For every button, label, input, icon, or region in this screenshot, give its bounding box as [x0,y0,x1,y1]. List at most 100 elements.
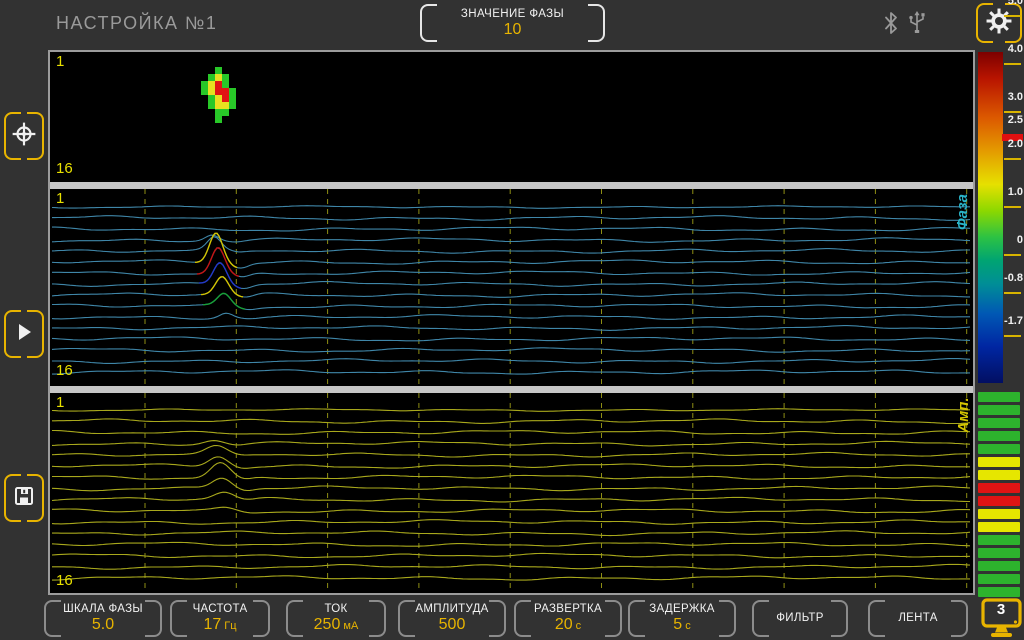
colorbar-tick [1004,254,1021,256]
signal-trace [52,313,970,319]
heatmap-cell [229,88,236,95]
phase-scale-button[interactable]: ШКАЛА ФАЗЫ5.0 [44,600,162,637]
bluetooth-icon [883,10,899,41]
amplitude-channel-first-label: 1 [56,394,64,411]
param-unit: с [682,620,691,632]
signal-trace [52,478,970,491]
amplitude-button[interactable]: АМПЛИТУДА500 [398,600,506,637]
crosshair-button[interactable] [4,112,44,160]
instrument-app: НАСТРОЙКА №1 ЗНАЧЕНИЕ ФАЗЫ 10 [0,0,1024,640]
param-label: ЧАСТОТА [193,603,248,616]
anomaly-peak [197,248,239,277]
signal-trace [52,206,970,209]
heatmap-cell [222,81,229,88]
param-label: АМПЛИТУДА [415,603,488,616]
param-value: 5.0 [92,616,114,634]
signal-trace [52,520,970,525]
play-button[interactable] [4,310,44,358]
phase-traces-panel [50,189,973,386]
channel-level-bar [978,509,1020,519]
heatmap-cell [229,95,236,102]
save-icon [12,484,36,513]
sweep-button[interactable]: РАЗВЕРТКА20 с [514,600,622,637]
usb-icon [906,10,928,41]
colorbar-tick-label: 4.0 [999,43,1023,55]
signal-trace [52,463,970,480]
channel-level-bar [978,392,1020,402]
signal-trace [52,370,970,374]
channel-level-bar [978,535,1020,545]
delay-button[interactable]: ЗАДЕРЖКА5 с [628,600,736,637]
phase-channel-first-label: 1 [56,190,64,207]
colorbar-tick-label: 1.0 [999,186,1023,198]
colorbar-tick [1004,206,1021,208]
signal-trace [52,337,970,341]
param-unit: мА [340,620,358,632]
plot-area: 1 16 1 16 Фаза 1 16 Амп. [48,50,975,595]
signal-trace [52,348,970,352]
param-label: ЗАДЕРЖКА [649,603,714,616]
param-unit: с [573,620,582,632]
channel-level-bar [978,405,1020,415]
signal-trace [52,431,970,435]
phase-value-box[interactable]: ЗНАЧЕНИЕ ФАЗЫ 10 [420,4,605,42]
phase-axis-label: Фаза [954,182,970,242]
colorbar-tick-label: 5.0 [999,0,1023,7]
heatmap-channel-last-label: 16 [56,160,73,177]
panel-separator [50,386,973,393]
amplitude-channel-last-label: 16 [56,572,73,589]
signal-trace [52,237,970,254]
heatmap-cell [215,88,222,95]
heatmap-cell [201,88,208,95]
signal-trace [52,531,970,536]
tape-button[interactable]: ЛЕНТА [868,600,968,637]
param-value: 20 с [555,616,581,634]
heatmap-cell [222,109,229,116]
colorbar-tick [1004,15,1021,17]
phase-value: 10 [504,21,522,39]
colorbar-tick-label: 2.5 [999,114,1023,126]
signal-trace [52,227,970,231]
signal-trace [52,446,970,458]
signal-trace [52,326,970,331]
colorbar-tick-label: 2.0 [999,138,1023,150]
signal-trace [52,293,970,309]
channel-level-bar [978,574,1020,584]
channel-level-bar [978,483,1020,493]
param-label: ШКАЛА ФАЗЫ [63,603,143,616]
channel-level-bar [978,587,1020,597]
signal-trace [52,359,970,364]
frequency-button[interactable]: ЧАСТОТА17 Гц [170,600,270,637]
colorbar-tick [1004,63,1021,65]
current-button[interactable]: ТОК250 мА [286,600,386,637]
crosshair-icon [11,121,37,152]
heatmap-cell [229,102,236,109]
save-button[interactable] [4,474,44,522]
param-value: 500 [439,616,466,634]
param-label: ЛЕНТА [898,612,937,625]
channel-level-bar [978,431,1020,441]
signal-trace [52,419,970,424]
signal-trace [52,564,970,569]
heatmap-cell [215,95,222,102]
heatmap-channel-first-label: 1 [56,53,64,70]
channel-level-bar [978,470,1020,480]
param-unit: Гц [221,620,236,632]
colorbar-tick-label: 0 [999,234,1023,246]
colorbar-tick-label: 3.0 [999,91,1023,103]
colorbar-tick [1004,158,1021,160]
heatmap-cell [208,74,215,81]
signal-trace [52,409,970,412]
signal-trace [52,576,970,580]
screen-select-button[interactable]: 3 [981,598,1023,638]
heatmap-cell [215,67,222,74]
filter-button[interactable]: ФИЛЬТР [752,600,848,637]
heatmap-cell [215,102,222,109]
param-label: ФИЛЬТР [776,612,823,625]
channel-level-bar [978,561,1020,571]
colorbar-tick [1004,335,1021,337]
param-label: ТОК [324,603,347,616]
colorbar-tick-label: -1.7 [999,315,1023,327]
channel-level-bar [978,457,1020,467]
signal-trace [52,216,970,221]
